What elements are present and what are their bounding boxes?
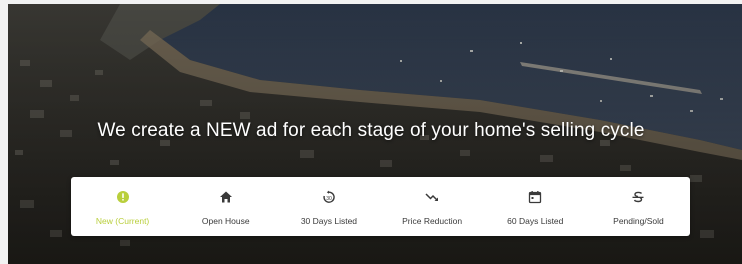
stage-new-current[interactable]: New (Current) <box>71 177 174 236</box>
timer-icon: 30 <box>323 190 335 203</box>
strikethrough-icon <box>632 191 644 203</box>
stage-label: 60 Days Listed <box>507 216 564 226</box>
stage-label: 30 Days Listed <box>300 216 358 226</box>
selling-stage-tabs: New (Current) Open House 30 30 Days List… <box>71 177 690 236</box>
trending-down-icon <box>425 193 439 202</box>
hero-banner: We create a NEW ad for each stage of you… <box>0 0 742 264</box>
stage-label: Pending/Sold <box>613 216 664 226</box>
home-icon <box>219 191 232 203</box>
svg-text:30: 30 <box>326 196 332 202</box>
stage-60-days-listed[interactable]: 60 Days Listed <box>484 177 587 236</box>
stage-open-house[interactable]: Open House <box>174 177 277 236</box>
stage-label: Open House <box>201 216 250 226</box>
stage-30-days-listed[interactable]: 30 30 Days Listed <box>277 177 380 236</box>
top-border <box>0 0 742 4</box>
stage-label: Price Reduction <box>402 216 463 226</box>
stage-pending-sold[interactable]: Pending/Sold <box>587 177 690 236</box>
hero-headline: We create a NEW ad for each stage of you… <box>97 120 645 141</box>
calendar-icon <box>529 191 542 204</box>
exclamation-circle-icon <box>116 191 129 203</box>
stage-label: New (Current) <box>95 216 150 226</box>
stage-price-reduction[interactable]: Price Reduction <box>381 177 484 236</box>
